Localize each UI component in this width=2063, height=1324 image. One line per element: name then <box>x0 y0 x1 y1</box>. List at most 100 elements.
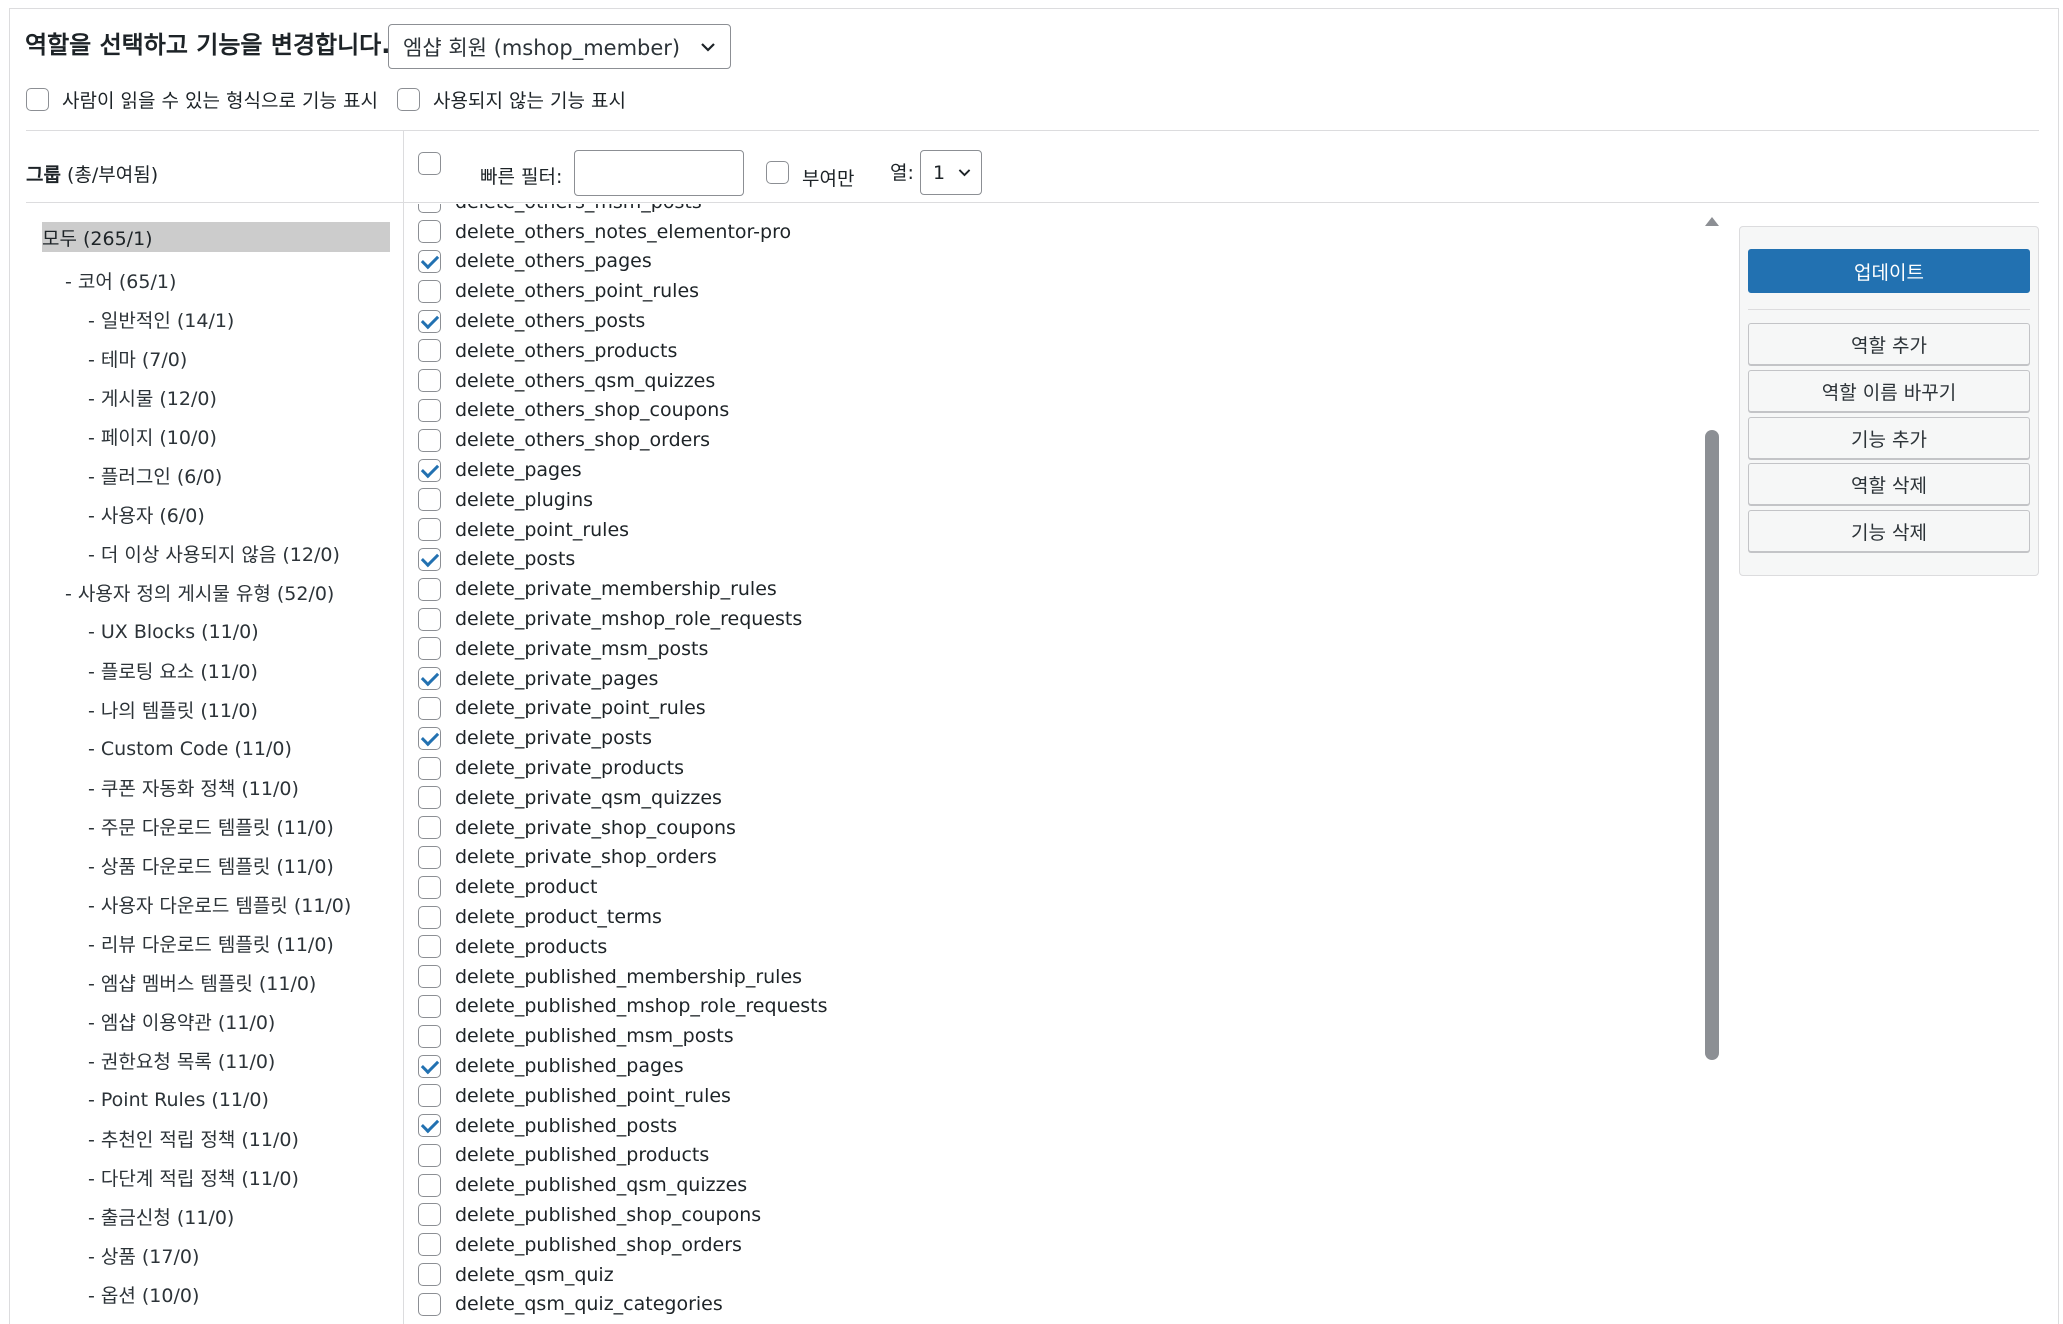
capability-row[interactable]: delete_private_pages <box>418 664 828 694</box>
update-button[interactable]: 업데이트 <box>1748 249 2030 293</box>
capability-checkbox[interactable] <box>418 339 441 363</box>
capability-checkbox[interactable] <box>418 1143 441 1167</box>
group-item[interactable]: - 엠샵 멤버스 템플릿 (11/0) <box>42 963 390 1002</box>
capability-row[interactable]: delete_published_msm_posts <box>418 1021 828 1051</box>
group-item[interactable]: - 권한요청 목록 (11/0) <box>42 1041 390 1080</box>
capability-checkbox[interactable] <box>418 786 441 810</box>
delete-role-button[interactable]: 역할 삭제 <box>1748 463 2030 505</box>
capability-row[interactable]: delete_others_point_rules <box>418 276 828 306</box>
capability-row[interactable]: delete_plugins <box>418 485 828 515</box>
capability-row[interactable]: delete_published_pages <box>418 1051 828 1081</box>
group-item[interactable]: - 옵션 (10/0) <box>42 1275 390 1314</box>
group-item[interactable]: - Custom Code (11/0) <box>42 729 390 768</box>
capability-checkbox[interactable] <box>418 488 441 512</box>
capability-checkbox[interactable] <box>418 1292 441 1316</box>
group-item[interactable]: - 코어 (65/1) <box>42 261 390 300</box>
capability-checkbox[interactable] <box>418 577 441 601</box>
capability-checkbox[interactable] <box>418 309 441 333</box>
capability-checkbox[interactable] <box>418 845 441 869</box>
deprecated-checkbox[interactable] <box>397 88 420 111</box>
group-item[interactable]: - 나의 템플릿 (11/0) <box>42 690 390 729</box>
select-all-checkbox[interactable] <box>418 152 441 175</box>
capability-checkbox[interactable] <box>418 518 441 542</box>
group-item[interactable]: - 추천인 적립 정책 (11/0) <box>42 1119 390 1158</box>
group-item[interactable]: - 상품 (17/0) <box>42 1236 390 1275</box>
capability-checkbox[interactable] <box>418 816 441 840</box>
scrollbar-thumb[interactable] <box>1705 430 1719 1060</box>
capability-row[interactable]: delete_published_membership_rules <box>418 962 828 992</box>
capability-row[interactable]: delete_others_shop_coupons <box>418 396 828 426</box>
capability-checkbox[interactable] <box>418 1024 441 1048</box>
scroll-up-arrow-icon[interactable] <box>1705 217 1719 226</box>
rename-role-button[interactable]: 역할 이름 바꾸기 <box>1748 370 2030 412</box>
capability-row[interactable]: delete_private_point_rules <box>418 694 828 724</box>
readable-checkbox[interactable] <box>26 88 49 111</box>
capability-checkbox[interactable] <box>418 905 441 929</box>
capability-checkbox[interactable] <box>418 965 441 989</box>
group-item[interactable]: - 일반적인 (14/1) <box>42 300 390 339</box>
capability-row[interactable]: delete_private_qsm_quizzes <box>418 783 828 813</box>
capability-row[interactable]: delete_others_notes_elementor-pro <box>418 217 828 247</box>
group-item[interactable]: - 테마 (7/0) <box>42 339 390 378</box>
capability-checkbox[interactable] <box>418 1084 441 1108</box>
capability-checkbox[interactable] <box>418 935 441 959</box>
capability-row[interactable]: delete_published_point_rules <box>418 1081 828 1111</box>
capability-row[interactable]: delete_posts <box>418 545 828 575</box>
group-item[interactable]: - 플로팅 요소 (11/0) <box>42 651 390 690</box>
group-item[interactable]: - 사용자 (6/0) <box>42 495 390 534</box>
capability-checkbox[interactable] <box>418 398 441 422</box>
group-item[interactable]: - 출금신청 (11/0) <box>42 1197 390 1236</box>
capability-checkbox[interactable] <box>418 756 441 780</box>
group-item[interactable]: - 게시물 (12/0) <box>42 378 390 417</box>
capability-row[interactable]: delete_private_shop_coupons <box>418 813 828 843</box>
capability-row[interactable]: delete_published_qsm_quizzes <box>418 1170 828 1200</box>
granted-only-checkbox[interactable] <box>766 161 789 184</box>
capability-checkbox[interactable] <box>418 204 441 214</box>
capability-checkbox[interactable] <box>418 696 441 720</box>
capability-checkbox[interactable] <box>418 726 441 750</box>
group-item[interactable]: - 사용자 다운로드 템플릿 (11/0) <box>42 885 390 924</box>
capability-row[interactable]: delete_published_shop_coupons <box>418 1200 828 1230</box>
capability-checkbox[interactable] <box>418 1173 441 1197</box>
capability-row[interactable]: delete_product_terms <box>418 902 828 932</box>
capability-checkbox[interactable] <box>418 607 441 631</box>
add-capability-button[interactable]: 기능 추가 <box>1748 417 2030 459</box>
capability-checkbox[interactable] <box>418 249 441 273</box>
capability-row[interactable]: delete_products <box>418 932 828 962</box>
group-item[interactable]: - 사용자 정의 게시물 유형 (52/0) <box>42 573 390 612</box>
capability-row[interactable]: delete_others_products <box>418 336 828 366</box>
capability-checkbox[interactable] <box>418 279 441 303</box>
capability-row[interactable]: delete_private_membership_rules <box>418 574 828 604</box>
group-item[interactable]: - 엠샵 이용약관 (11/0) <box>42 1002 390 1041</box>
group-item[interactable]: - 상품 다운로드 템플릿 (11/0) <box>42 846 390 885</box>
capability-checkbox[interactable] <box>418 994 441 1018</box>
capability-row[interactable]: delete_others_shop_orders <box>418 425 828 455</box>
capability-checkbox[interactable] <box>418 1203 441 1227</box>
group-item[interactable]: - 주문 다운로드 템플릿 (11/0) <box>42 807 390 846</box>
capability-checkbox[interactable] <box>418 1114 441 1138</box>
capability-row[interactable]: delete_others_msm_posts <box>418 204 828 217</box>
role-select[interactable]: 엠샵 회원 (mshop_member) <box>388 24 731 69</box>
capability-row[interactable]: delete_point_rules <box>418 515 828 545</box>
quick-filter-input[interactable] <box>574 150 744 196</box>
option-deprecated[interactable]: 사용되지 않는 기능 표시 <box>397 86 626 113</box>
capability-row[interactable]: delete_pages <box>418 455 828 485</box>
capability-row[interactable]: delete_qsm_quiz_categories <box>418 1289 828 1319</box>
group-item[interactable]: - UX Blocks (11/0) <box>42 612 390 651</box>
capability-row[interactable]: delete_qsm_quiz <box>418 1260 828 1290</box>
capability-checkbox[interactable] <box>418 1233 441 1257</box>
capability-checkbox[interactable] <box>418 667 441 691</box>
delete-capability-button[interactable]: 기능 삭제 <box>1748 510 2030 552</box>
group-item[interactable]: - 플러그인 (6/0) <box>42 456 390 495</box>
capability-row[interactable]: delete_published_shop_orders <box>418 1230 828 1260</box>
capability-row[interactable]: delete_published_posts <box>418 1111 828 1141</box>
capability-row[interactable]: delete_others_posts <box>418 306 828 336</box>
capability-row[interactable]: delete_private_mshop_role_requests <box>418 604 828 634</box>
capability-row[interactable]: delete_private_msm_posts <box>418 634 828 664</box>
capability-row[interactable]: delete_private_products <box>418 753 828 783</box>
capability-checkbox[interactable] <box>418 369 441 393</box>
capability-row[interactable]: delete_product <box>418 872 828 902</box>
capability-checkbox[interactable] <box>418 428 441 452</box>
capability-checkbox[interactable] <box>418 637 441 661</box>
add-role-button[interactable]: 역할 추가 <box>1748 323 2030 365</box>
